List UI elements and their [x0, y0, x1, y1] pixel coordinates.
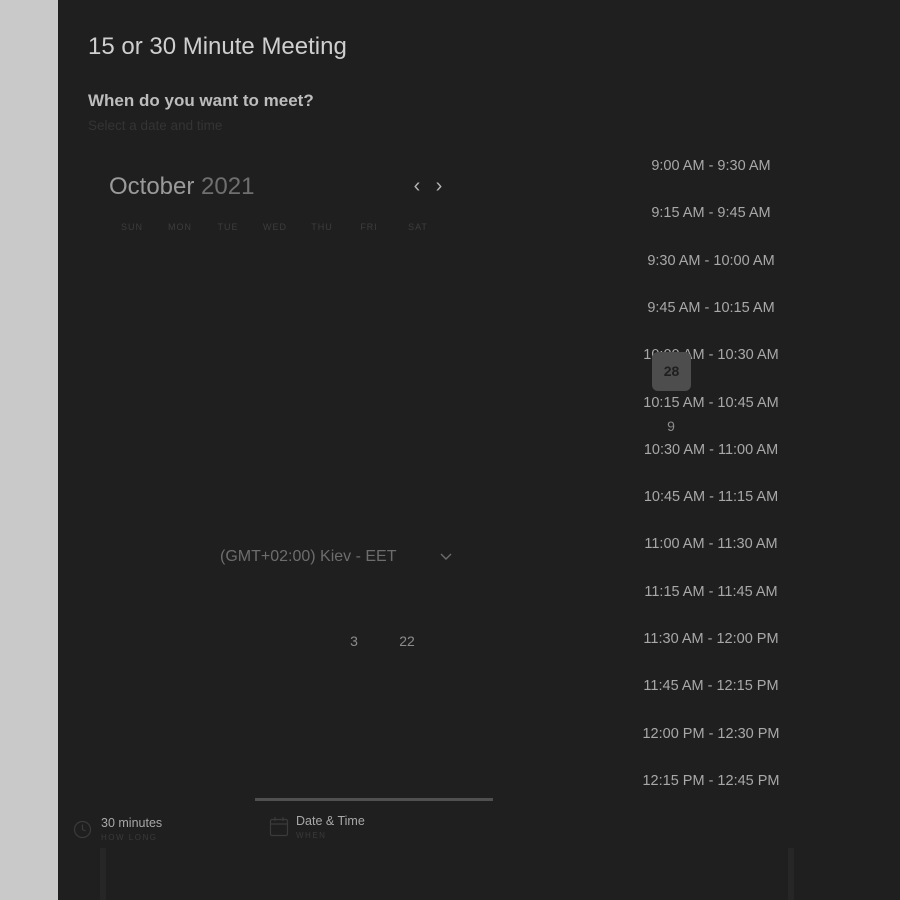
clock-icon — [73, 820, 92, 839]
page-title: 15 or 30 Minute Meeting — [88, 33, 347, 60]
calendar-day[interactable]: 9 — [664, 418, 678, 434]
weekday-fri: FRI — [360, 222, 378, 232]
datetime-step-label: Date & Time — [296, 814, 365, 828]
weekday-wed: WED — [263, 222, 287, 232]
time-slot-button[interactable]: 10:15 AM - 10:45 AM — [630, 391, 792, 415]
time-slot-button[interactable]: 12:15 PM - 12:45 PM — [630, 769, 792, 793]
chevron-down-icon[interactable] — [438, 549, 454, 565]
calendar-day[interactable]: 22 — [395, 633, 419, 649]
time-slot-button[interactable]: 9:45 AM - 10:15 AM — [630, 296, 792, 320]
background-strip — [788, 848, 794, 900]
weekday-tue: TUE — [217, 222, 239, 232]
weekday-thu: THU — [311, 222, 333, 232]
time-slot-button[interactable]: 9:30 AM - 10:00 AM — [630, 249, 792, 273]
calendar-icon — [269, 817, 289, 837]
time-slot-button[interactable]: 9:15 AM - 9:45 AM — [630, 201, 792, 225]
time-slot-button[interactable]: 10:45 AM - 11:15 AM — [630, 485, 792, 509]
background-strip — [100, 848, 106, 900]
month-name: October — [109, 173, 195, 200]
timezone-select[interactable]: (GMT+02:00) Kiev - EET — [220, 548, 397, 566]
calendar-month-label: October 2021 — [109, 173, 254, 201]
time-slot-button[interactable]: 10:30 AM - 11:00 AM — [630, 438, 792, 462]
time-slot-button[interactable]: 11:15 AM - 11:45 AM — [630, 580, 792, 604]
duration-caption: HOW LONG — [101, 833, 158, 842]
chevron-left-icon[interactable]: ‹ — [408, 176, 426, 196]
time-slot-button[interactable]: 11:45 AM - 12:15 PM — [630, 674, 792, 698]
year-label: 2021 — [201, 173, 255, 200]
calendar-day[interactable]: 3 — [342, 633, 366, 649]
chevron-right-icon[interactable]: › — [430, 176, 448, 196]
time-slot-button[interactable]: 9:00 AM - 9:30 AM — [630, 154, 792, 178]
weekday-sun: SUN — [120, 222, 143, 232]
time-slot-button[interactable]: 12:00 PM - 12:30 PM — [630, 722, 792, 746]
datetime-step-caption: WHEN — [296, 831, 327, 840]
duration-value: 30 minutes — [101, 816, 163, 830]
time-slot-button[interactable]: 11:00 AM - 11:30 AM — [630, 532, 792, 556]
scheduling-panel: 15 or 30 Minute Meeting When do you want… — [58, 0, 900, 900]
section-heading: When do you want to meet? — [88, 91, 314, 110]
weekday-mon: MON — [168, 222, 192, 232]
time-slot-button[interactable]: 11:30 AM - 12:00 PM — [630, 627, 792, 651]
progress-indicator — [255, 798, 493, 801]
section-hint: Select a date and time — [88, 118, 223, 133]
weekday-sat: SAT — [408, 222, 428, 232]
selected-date-badge[interactable]: 28 — [652, 352, 691, 391]
